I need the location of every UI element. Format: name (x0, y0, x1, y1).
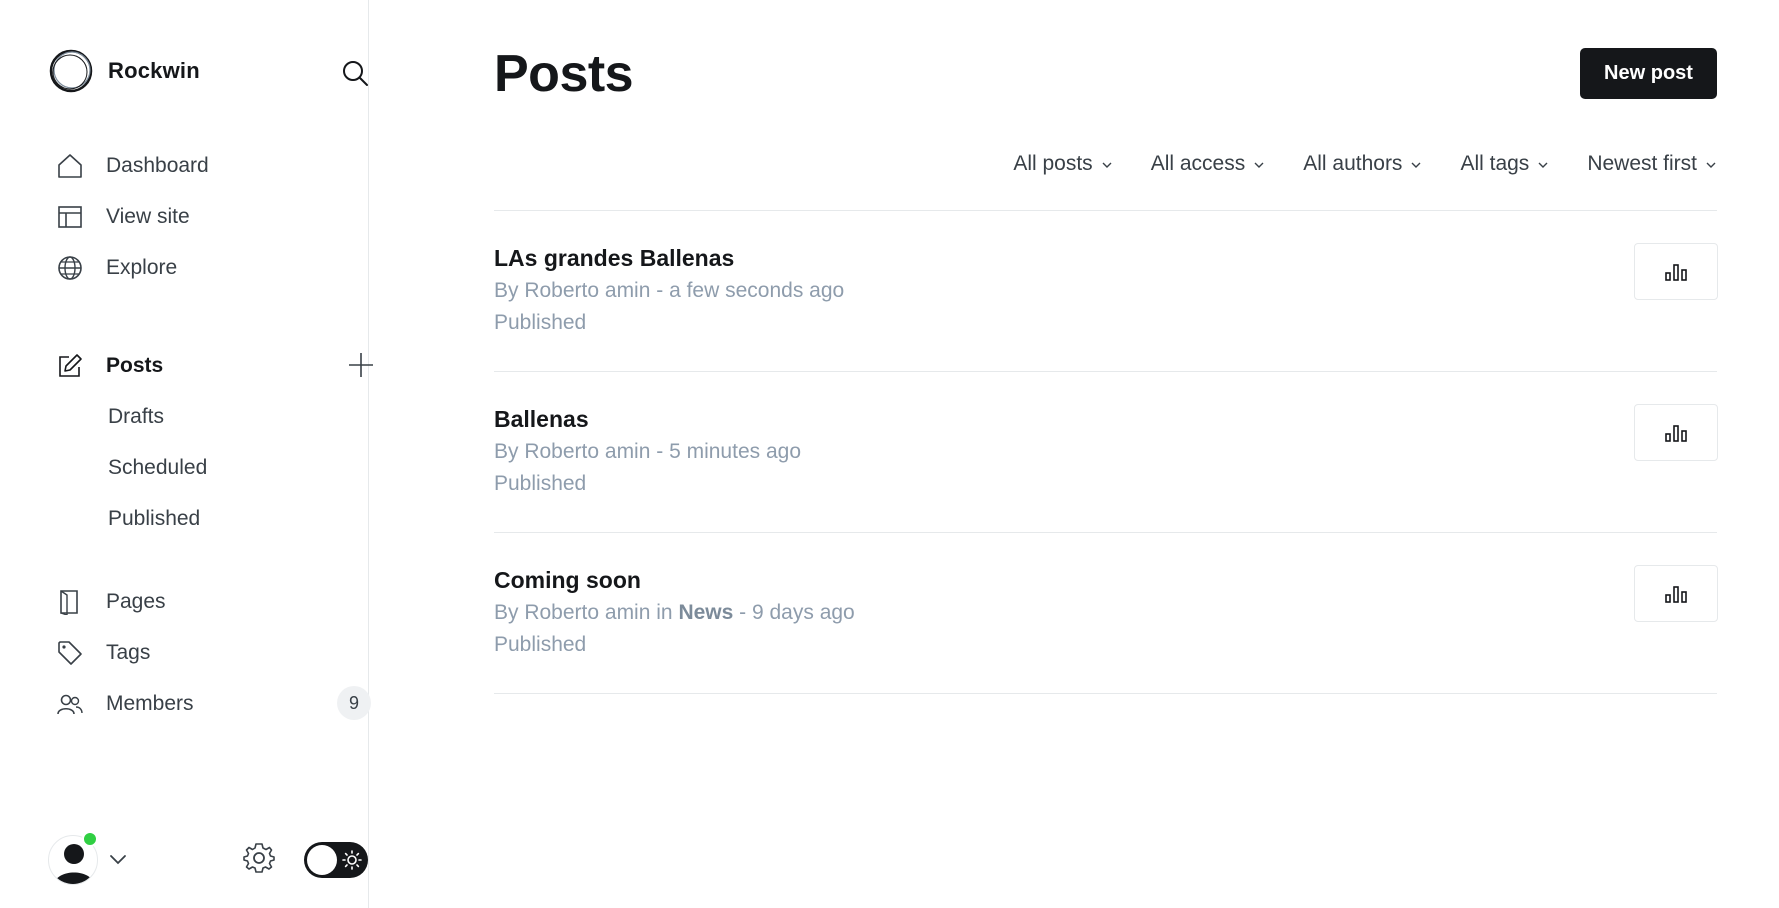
layout-icon (56, 203, 84, 231)
members-icon (56, 690, 84, 718)
sidebar-item-label: Explore (106, 255, 178, 279)
brand[interactable]: Rockwin (48, 48, 200, 94)
bar-chart-icon (1665, 424, 1687, 442)
filter-sort[interactable]: Newest first (1587, 152, 1717, 176)
post-title[interactable]: Ballenas (494, 406, 589, 433)
post-time: 5 minutes ago (669, 440, 801, 463)
tag-icon (56, 639, 84, 667)
post-tag[interactable]: News (678, 601, 733, 624)
sidebar-item-scheduled[interactable]: Scheduled (56, 442, 376, 493)
bar-chart-icon (1665, 263, 1687, 281)
chevron-down-icon (1538, 162, 1548, 168)
edit-icon (56, 352, 84, 380)
post-time: 9 days ago (751, 601, 855, 624)
chevron-down-icon[interactable] (108, 849, 128, 874)
filter-label: Newest first (1587, 152, 1697, 175)
post-in-label: in (656, 601, 673, 624)
globe-icon (56, 254, 84, 282)
sidebar-item-view-site[interactable]: View site (56, 191, 376, 242)
sidebar: Rockwin Dashboard View site Explore Post… (0, 0, 373, 908)
post-author: By Roberto amin (494, 601, 651, 624)
theme-toggle[interactable] (304, 842, 368, 878)
filter-label: All authors (1303, 152, 1403, 175)
post-analytics-button[interactable] (1634, 243, 1718, 300)
sidebar-item-label: Posts (106, 353, 164, 377)
sidebar-item-drafts[interactable]: Drafts (56, 391, 376, 442)
post-author: By Roberto amin (494, 279, 651, 302)
post-status: Published (494, 311, 587, 334)
chevron-down-icon (1102, 162, 1112, 168)
post-title[interactable]: Coming soon (494, 567, 641, 594)
chevron-down-icon (1254, 162, 1264, 168)
site-name: Rockwin (108, 58, 200, 83)
post-status: Published (494, 633, 587, 656)
post-analytics-button[interactable] (1634, 565, 1718, 622)
post-meta: By Roberto amin in News - 9 days ago (494, 601, 855, 624)
post-analytics-button[interactable] (1634, 404, 1718, 461)
sun-icon (342, 850, 362, 870)
post-title[interactable]: LAs grandes Ballenas (494, 245, 734, 272)
site-logo-icon (49, 49, 93, 93)
search-button[interactable] (338, 56, 372, 90)
content-nav: Pages Tags Members 9 (56, 576, 376, 729)
page-title: Posts (494, 45, 634, 103)
sidebar-item-label: View site (106, 204, 190, 228)
filter-label: All access (1150, 152, 1246, 175)
online-status-indicator (82, 831, 98, 847)
sidebar-item-published[interactable]: Published (56, 493, 376, 544)
sidebar-item-pages[interactable]: Pages (56, 576, 376, 627)
members-count-badge: 9 (337, 686, 371, 720)
sidebar-item-members[interactable]: Members 9 (56, 678, 376, 729)
chevron-down-icon (1411, 162, 1421, 168)
filter-access[interactable]: All access (1151, 152, 1266, 176)
posts-nav: Posts Drafts Scheduled Published (56, 340, 376, 544)
filter-tags[interactable]: All tags (1460, 152, 1549, 176)
settings-button[interactable] (242, 841, 276, 880)
post-row[interactable]: LAs grandes Ballenas By Roberto amin - a… (494, 211, 1718, 372)
sidebar-item-tags[interactable]: Tags (56, 627, 376, 678)
filter-label: All tags (1460, 152, 1530, 175)
posts-list: LAs grandes Ballenas By Roberto amin - a… (494, 210, 1718, 694)
post-status: Published (494, 472, 587, 495)
sidebar-item-label: Tags (106, 640, 151, 664)
sidebar-item-label: Dashboard (106, 153, 209, 177)
filter-authors[interactable]: All authors (1303, 152, 1422, 176)
sidebar-footer (48, 831, 368, 891)
chevron-down-icon (1706, 162, 1716, 168)
page-icon (56, 588, 84, 616)
main-content: Posts New post All posts All access All … (370, 0, 1779, 908)
sidebar-item-label: Pages (106, 589, 166, 613)
post-row[interactable]: Coming soon By Roberto amin in News - 9 … (494, 533, 1718, 694)
post-meta: By Roberto amin - a few seconds ago (494, 279, 845, 302)
post-row[interactable]: Ballenas By Roberto amin - 5 minutes ago… (494, 372, 1718, 533)
post-author: By Roberto amin (494, 440, 651, 463)
toggle-knob (307, 845, 337, 875)
home-icon (56, 152, 84, 180)
filter-post-type[interactable]: All posts (1013, 152, 1112, 176)
main-nav: Dashboard View site Explore (56, 140, 376, 293)
post-meta: By Roberto amin - 5 minutes ago (494, 440, 801, 463)
sidebar-item-posts[interactable]: Posts (56, 340, 376, 391)
sidebar-item-explore[interactable]: Explore (56, 242, 376, 293)
sidebar-item-dashboard[interactable]: Dashboard (56, 140, 376, 191)
filter-bar: All posts All access All authors All tag… (1013, 152, 1717, 176)
filter-label: All posts (1013, 152, 1093, 175)
post-time: a few seconds ago (669, 279, 845, 302)
gear-icon (243, 843, 275, 873)
search-icon (343, 61, 368, 86)
sidebar-item-label: Members (106, 691, 194, 715)
new-post-button[interactable]: New post (1580, 48, 1717, 99)
bar-chart-icon (1665, 585, 1687, 603)
